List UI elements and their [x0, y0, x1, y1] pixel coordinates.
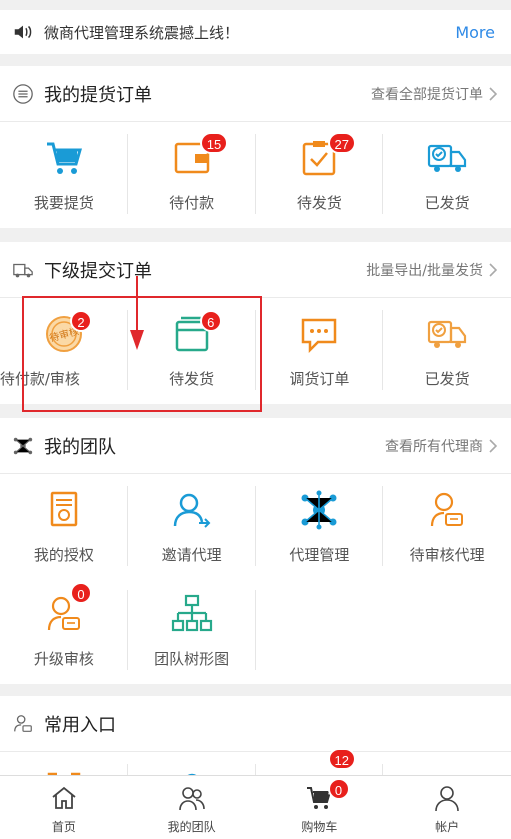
sub-shipped-button[interactable]: 已发货 [383, 298, 511, 402]
certificate-icon [50, 491, 78, 527]
notice-text: 微商代理管理系统震撼上线！ [44, 23, 240, 42]
user-icon [187, 773, 196, 775]
speaker-icon [14, 25, 32, 39]
team-tree-label: 团队树形图 [154, 650, 230, 668]
tab-cart[interactable]: 0 购物车 [256, 776, 384, 839]
delivery-truck-icon [428, 320, 467, 348]
pending-shipment-badge: 27 [327, 132, 356, 154]
pending-payment-badge: 15 [199, 132, 229, 154]
users-icon [178, 787, 205, 811]
tab-cart-label: 购物车 [301, 820, 338, 834]
transfer-orders-button[interactable]: 调货订单 [256, 298, 384, 402]
view-all-agents-label: 查看所有代理商 [385, 438, 483, 455]
pickup-request-button[interactable]: 我要提货 [0, 122, 128, 226]
pending-review-agent-label: 待审核代理 [409, 546, 485, 564]
common-entries-header: 常用入口 [0, 696, 511, 752]
subordinate-orders-header: 下级提交订单 批量导出/批量发货 [0, 242, 511, 298]
network-icon [13, 437, 33, 454]
invite-agent-button[interactable]: 邀请代理 [128, 474, 256, 578]
my-authorization-button[interactable]: 我的授权 [0, 474, 128, 578]
pickup-orders-section: 我的提货订单 查看全部提货订单 我要提货 15 待付款 27 待发货 已发货 [0, 66, 511, 228]
cart-badge: 0 [327, 778, 350, 800]
truck-outline-icon [13, 263, 33, 277]
chevron-right-icon [489, 438, 497, 453]
view-all-pickup-orders-link[interactable]: 查看全部提货订单 [371, 84, 497, 104]
common-entry-4[interactable] [383, 752, 511, 775]
upgrade-review-badge: 0 [70, 582, 92, 604]
tab-home-label: 首页 [51, 820, 76, 834]
shipped-label: 已发货 [424, 194, 470, 212]
transfer-orders-label: 调货订单 [289, 370, 350, 388]
user-add-icon [173, 493, 211, 528]
frame-icon [47, 772, 81, 775]
team-section: 我的团队 查看所有代理商 我的授权 邀请代理 代理管理 待审核代理 0 升级审核… [0, 418, 511, 684]
pending-shipment-button[interactable]: 27 待发货 [256, 122, 384, 226]
chat-bubble-icon [302, 318, 337, 354]
tab-my-team[interactable]: 我的团队 [128, 776, 256, 839]
pending-shipment-label: 待发货 [296, 194, 342, 212]
team-tree-button[interactable]: 团队树形图 [128, 578, 256, 682]
location-icon [426, 768, 468, 775]
team-title: 我的团队 [44, 436, 116, 458]
agent-management-button[interactable]: 代理管理 [256, 474, 384, 578]
home-icon [52, 786, 76, 809]
user-card-icon [431, 492, 464, 527]
common-entry-3[interactable]: 12 [256, 748, 384, 775]
common-entries-section: 常用入口 12 [0, 696, 511, 775]
hub-network-icon [301, 490, 337, 530]
common-entry-1[interactable] [0, 752, 128, 775]
batch-export-ship-label: 批量导出/批量发货 [366, 262, 483, 279]
more-link[interactable]: More [455, 23, 495, 42]
upgrade-review-button[interactable]: 0 升级审核 [0, 578, 128, 682]
annotation-arrow-icon [130, 276, 144, 350]
common-entry-2[interactable] [128, 752, 256, 775]
user-icon [435, 786, 459, 812]
user-card-outline-icon [14, 714, 32, 732]
pickup-orders-title: 我的提货订单 [44, 84, 152, 106]
view-all-agents-link[interactable]: 查看所有代理商 [385, 436, 497, 456]
tab-my-team-label: 我的团队 [167, 820, 216, 834]
tab-account-label: 帐户 [435, 820, 460, 834]
pickup-orders-header: 我的提货订单 查看全部提货订单 [0, 66, 511, 122]
notice-bar[interactable]: 微商代理管理系统震撼上线！ More [0, 10, 511, 54]
pending-payment-button[interactable]: 15 待付款 [128, 122, 256, 226]
common-entry-3-badge: 12 [327, 748, 356, 770]
upgrade-review-label: 升级审核 [33, 650, 94, 668]
batch-export-ship-link[interactable]: 批量导出/批量发货 [366, 260, 497, 280]
bottom-tab-bar: 首页 我的团队 0 购物车 帐户 [0, 775, 511, 839]
shipped-button[interactable]: 已发货 [383, 122, 511, 226]
tab-home[interactable]: 首页 [0, 776, 128, 839]
chevron-right-icon [489, 86, 497, 101]
delivery-truck-icon [428, 144, 467, 172]
tab-account[interactable]: 帐户 [383, 776, 511, 839]
pickup-request-label: 我要提货 [33, 194, 94, 212]
org-tree-icon [171, 594, 212, 632]
sub-shipped-label: 已发货 [424, 370, 470, 388]
pending-review-agent-button[interactable]: 待审核代理 [383, 474, 511, 578]
agent-management-label: 代理管理 [289, 546, 350, 564]
common-entries-title: 常用入口 [44, 714, 116, 736]
pending-payment-label: 待付款 [169, 194, 215, 212]
view-all-pickup-orders-label: 查看全部提货订单 [371, 86, 483, 103]
chevron-right-icon [489, 262, 497, 277]
invite-agent-label: 邀请代理 [161, 546, 222, 564]
list-circle-icon [13, 83, 33, 104]
shopping-cart-icon [46, 142, 82, 174]
my-authorization-label: 我的授权 [33, 546, 94, 564]
team-header: 我的团队 查看所有代理商 [0, 418, 511, 474]
